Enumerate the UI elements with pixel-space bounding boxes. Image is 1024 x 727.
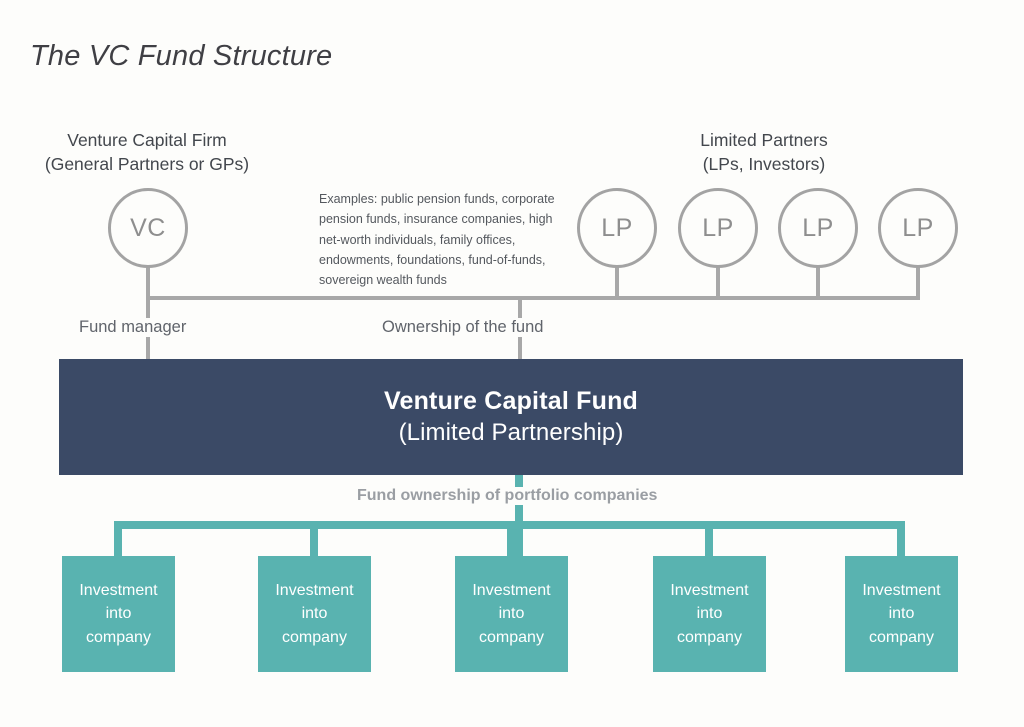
lp-node-circle-1: LP xyxy=(577,188,657,268)
portfolio-box-1-line1: Investment xyxy=(79,582,158,600)
lp-node-circle-2: LP xyxy=(678,188,758,268)
portfolio-box-4-line2: into xyxy=(696,605,723,623)
vc-group-heading: Venture Capital Firm (General Partners o… xyxy=(31,129,263,176)
connector-lp2-stem xyxy=(716,266,720,300)
lp-group-heading: Limited Partners (LPs, Investors) xyxy=(645,129,883,176)
page-title: The VC Fund Structure xyxy=(30,40,333,72)
connector-lp3-stem xyxy=(816,266,820,300)
fund-box-title: Venture Capital Fund xyxy=(383,387,639,415)
portfolio-box-5: Investment into company xyxy=(845,556,958,672)
portfolio-box-5-line1: Investment xyxy=(862,582,941,600)
vc-node-label: VC xyxy=(130,213,166,242)
portfolio-box-3-line1: Investment xyxy=(472,582,551,600)
portfolio-box-2-line3: company xyxy=(282,628,347,646)
edge-label-ownership: Ownership of the fund xyxy=(375,318,551,337)
venture-capital-fund-box: Venture Capital Fund (Limited Partnershi… xyxy=(59,359,963,475)
portfolio-box-3: Investment into company xyxy=(455,556,568,672)
edge-label-fund-manager: Fund manager xyxy=(72,318,194,337)
lp-node-label-4: LP xyxy=(902,213,934,242)
lp-node-label-2: LP xyxy=(702,213,734,242)
portfolio-box-4: Investment into company xyxy=(653,556,766,672)
portfolio-box-3-line3: company xyxy=(479,628,544,646)
lp-node-label-3: LP xyxy=(802,213,834,242)
portfolio-box-2-line2: into xyxy=(301,605,328,623)
fund-box-subtitle: (Limited Partnership) xyxy=(398,419,624,446)
vc-group-heading-line2: (General Partners or GPs) xyxy=(44,153,250,174)
vc-node-circle: VC xyxy=(108,188,188,268)
lp-node-label-1: LP xyxy=(601,213,633,242)
vc-group-heading-line1: Venture Capital Firm xyxy=(67,130,227,150)
portfolio-box-2-line1: Investment xyxy=(275,582,354,600)
portfolio-box-2: Investment into company xyxy=(258,556,371,672)
lp-node-circle-4: LP xyxy=(878,188,958,268)
portfolio-box-1-line2: into xyxy=(105,605,132,623)
connector-portfolio-drop-3 xyxy=(507,521,515,556)
connector-lp4-stem xyxy=(916,266,920,300)
portfolio-box-3-line2: into xyxy=(498,605,525,623)
diagram-canvas: The VC Fund Structure Venture Capital Fi… xyxy=(0,0,1024,727)
portfolio-box-5-line2: into xyxy=(888,605,915,623)
portfolio-box-4-line1: Investment xyxy=(670,582,749,600)
portfolio-box-1-line3: company xyxy=(86,628,151,646)
lp-group-heading-line1: Limited Partners xyxy=(700,130,828,150)
connector-portfolio-drop-1 xyxy=(114,521,122,556)
lp-group-heading-line2: (LPs, Investors) xyxy=(702,153,826,174)
connector-lp-bus xyxy=(146,296,920,300)
connector-portfolio-drop-2 xyxy=(310,521,318,556)
lp-node-circle-3: LP xyxy=(778,188,858,268)
connector-lp1-stem xyxy=(615,266,619,300)
lp-examples-note: Examples: public pension funds, corporat… xyxy=(319,192,555,287)
connector-vc-to-fund xyxy=(146,266,150,359)
portfolio-box-1: Investment into company xyxy=(62,556,175,672)
connector-portfolio-drop-5 xyxy=(897,521,905,556)
portfolio-box-4-line3: company xyxy=(677,628,742,646)
connector-portfolio-drop-4 xyxy=(705,521,713,556)
portfolio-box-5-line3: company xyxy=(869,628,934,646)
edge-label-portfolio-ownership: Fund ownership of portfolio companies xyxy=(349,487,666,505)
